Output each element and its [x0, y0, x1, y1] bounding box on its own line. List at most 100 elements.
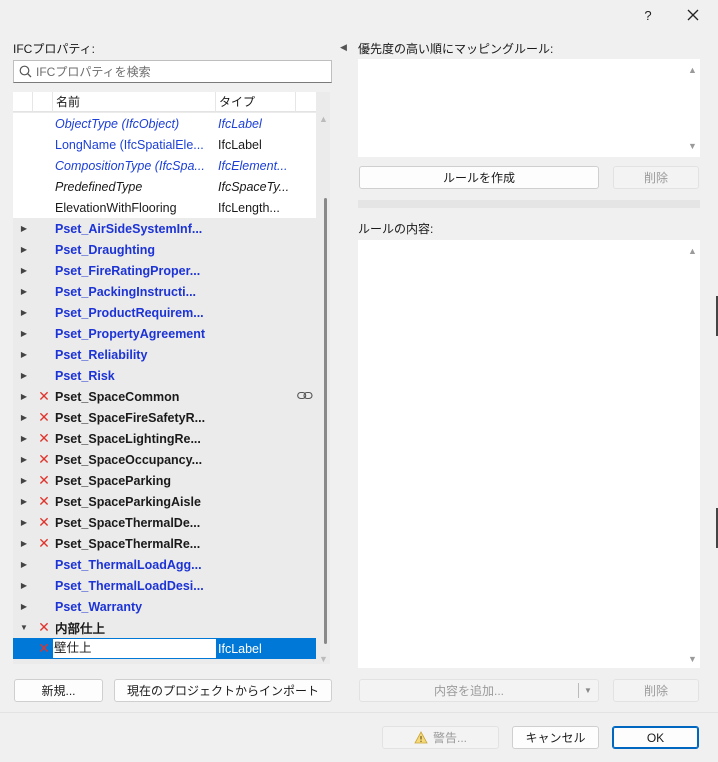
tree-row[interactable]: ElevationWithFlooring IfcLength... — [13, 197, 316, 218]
expand-arrow-icon[interactable]: ▶ — [19, 560, 29, 569]
add-content-button[interactable]: 内容を追加... ▼ — [359, 679, 599, 702]
rule-content-box[interactable]: ▲ ▼ — [358, 240, 700, 668]
scroll-down-arrow-icon[interactable]: ▼ — [688, 141, 697, 151]
expand-arrow-icon[interactable]: ▶ — [19, 371, 29, 380]
help-button[interactable]: ? — [630, 3, 666, 27]
tree-row[interactable]: ▶ ✕ Pset_SpaceFireSafetyR... — [13, 407, 316, 428]
tree-row[interactable]: ▶ Pset_ThermalLoadAgg... — [13, 554, 316, 575]
expand-arrow-icon[interactable]: ▶ — [19, 497, 29, 506]
delete-content-button[interactable]: 削除 — [613, 679, 699, 702]
property-name: Pset_Draughting — [55, 242, 156, 257]
tree-row[interactable]: ▶ ✕ Pset_SpaceThermalDe... — [13, 512, 316, 533]
property-name: Pset_SpaceParkingAisle — [55, 494, 201, 509]
tree-row[interactable]: ▶ Pset_PropertyAgreement — [13, 323, 316, 344]
mapping-rules-list[interactable]: ▲ ▼ — [358, 59, 700, 157]
tree-row[interactable]: ▶ Pset_ProductRequirem... — [13, 302, 316, 323]
ok-button[interactable]: OK — [612, 726, 699, 749]
tree-row[interactable]: ▶ ✕ Pset_SpaceThermalRe... — [13, 533, 316, 554]
column-header-type[interactable]: タイプ — [216, 92, 296, 112]
property-name: ObjectType (IfcObject) — [55, 116, 180, 131]
expand-arrow-icon[interactable]: ▶ — [19, 287, 29, 296]
expand-arrow-icon[interactable]: ▶ — [19, 224, 29, 233]
tree-row[interactable]: ▶ Pset_ThermalLoadDesi... — [13, 575, 316, 596]
expand-arrow-icon[interactable]: ▶ — [19, 329, 29, 338]
tree-scrollbar[interactable]: ▲ ▼ — [316, 112, 330, 668]
ifc-property-tree[interactable]: 名前 タイプ ObjectType (IfcObject) IfcLabel Lon… — [13, 92, 330, 664]
tree-row[interactable]: ▶ Pset_AirSideSystemInf... — [13, 218, 316, 239]
collapse-arrow-icon[interactable]: ▼ — [19, 623, 29, 632]
scrollbar-thumb[interactable] — [324, 198, 327, 644]
tree-row[interactable]: ✕ 壁仕上 IfcLabel — [13, 638, 316, 659]
unmapped-x-icon: ✕ — [38, 493, 50, 509]
expand-arrow-icon[interactable]: ▶ — [19, 581, 29, 590]
pane-divider[interactable] — [358, 200, 700, 208]
scroll-up-arrow-icon[interactable]: ▲ — [319, 114, 328, 124]
rule-content-label: ルールの内容: — [358, 222, 434, 236]
unmapped-x-icon: ✕ — [38, 409, 50, 425]
collapse-arrow-icon[interactable]: ◀ — [340, 42, 347, 53]
property-name: ElevationWithFlooring — [55, 200, 177, 215]
property-type: IfcLabel — [218, 137, 262, 152]
expand-arrow-icon[interactable]: ▶ — [19, 434, 29, 443]
expand-arrow-icon[interactable]: ▶ — [19, 350, 29, 359]
property-name: Pset_Warranty — [55, 599, 143, 614]
tree-row[interactable]: ▶ Pset_Reliability — [13, 344, 316, 365]
property-name: Pset_PropertyAgreement — [55, 326, 206, 341]
property-name: Pset_SpaceCommon — [55, 389, 180, 404]
property-name: 内部仕上 — [55, 622, 106, 636]
tree-row[interactable]: ▶ ✕ Pset_SpaceParking — [13, 470, 316, 491]
expand-arrow-icon[interactable]: ▶ — [19, 602, 29, 611]
tree-row[interactable]: ObjectType (IfcObject) IfcLabel — [13, 113, 316, 134]
link-icon[interactable] — [297, 391, 313, 403]
tree-row[interactable]: ▶ Pset_Warranty — [13, 596, 316, 617]
expand-arrow-icon[interactable]: ▶ — [19, 308, 29, 317]
property-name: Pset_ThermalLoadAgg... — [55, 557, 202, 572]
expand-arrow-icon[interactable]: ▶ — [19, 518, 29, 527]
tree-row[interactable]: CompositionType (IfcSpa... IfcElement... — [13, 155, 316, 176]
warning-label: 警告... — [432, 731, 467, 745]
tree-row[interactable]: ▶ Pset_Draughting — [13, 239, 316, 260]
tree-row[interactable]: PredefinedType IfcSpaceTy... — [13, 176, 316, 197]
warning-button[interactable]: 警告... — [382, 726, 499, 749]
close-button[interactable] — [675, 3, 711, 27]
property-search-box[interactable] — [13, 60, 332, 83]
expand-arrow-icon[interactable]: ▶ — [19, 392, 29, 401]
property-name: Pset_SpaceThermalRe... — [55, 536, 201, 551]
delete-rule-button[interactable]: 削除 — [613, 166, 699, 189]
tree-row[interactable]: ▶ ✕ Pset_SpaceLightingRe... — [13, 428, 316, 449]
tree-row[interactable]: ▶ Pset_Risk — [13, 365, 316, 386]
column-header-name[interactable]: 名前 — [53, 92, 216, 112]
create-rule-button[interactable]: ルールを作成 — [359, 166, 599, 189]
expand-arrow-icon[interactable]: ▶ — [19, 266, 29, 275]
expand-arrow-icon[interactable]: ▶ — [19, 245, 29, 254]
tree-row[interactable]: ▶ ✕ Pset_SpaceOccupancy... — [13, 449, 316, 470]
scroll-up-arrow-icon[interactable]: ▲ — [688, 246, 697, 256]
tree-row[interactable]: ▶ Pset_PackingInstructi... — [13, 281, 316, 302]
search-input[interactable] — [36, 64, 316, 79]
ifc-properties-label: IFCプロパティ: — [13, 42, 95, 56]
expand-arrow-icon[interactable]: ▶ — [19, 476, 29, 485]
property-type: IfcLabel — [218, 641, 262, 656]
add-content-label: 内容を追加... — [433, 684, 504, 698]
expand-arrow-icon[interactable]: ▶ — [19, 539, 29, 548]
tree-row[interactable]: ▶ Pset_FireRatingProper... — [13, 260, 316, 281]
unmapped-x-icon: ✕ — [38, 472, 50, 488]
property-name: Pset_Risk — [55, 368, 115, 383]
cancel-button[interactable]: キャンセル — [512, 726, 599, 749]
dialog-footer — [0, 712, 718, 762]
tree-row[interactable]: ▼ ✕ 内部仕上 — [13, 617, 316, 638]
expand-arrow-icon[interactable]: ▶ — [19, 413, 29, 422]
unmapped-x-icon: ✕ — [38, 619, 50, 635]
expand-arrow-icon[interactable]: ▶ — [19, 455, 29, 464]
new-button[interactable]: 新規... — [14, 679, 103, 702]
property-name[interactable]: 壁仕上 — [53, 639, 216, 658]
search-icon — [19, 65, 32, 78]
scroll-up-arrow-icon[interactable]: ▲ — [688, 65, 697, 75]
tree-row[interactable]: LongName (IfcSpatialEle... IfcLabel — [13, 134, 316, 155]
scroll-down-arrow-icon[interactable]: ▼ — [688, 654, 697, 664]
scroll-down-arrow-icon[interactable]: ▼ — [319, 654, 328, 664]
tree-row[interactable]: ▶ ✕ Pset_SpaceParkingAisle — [13, 491, 316, 512]
tree-row[interactable]: ▶ ✕ Pset_SpaceCommon — [13, 386, 316, 407]
dropdown-arrow-icon[interactable]: ▼ — [584, 686, 592, 695]
import-from-project-button[interactable]: 現在のプロジェクトからインポート — [114, 679, 332, 702]
